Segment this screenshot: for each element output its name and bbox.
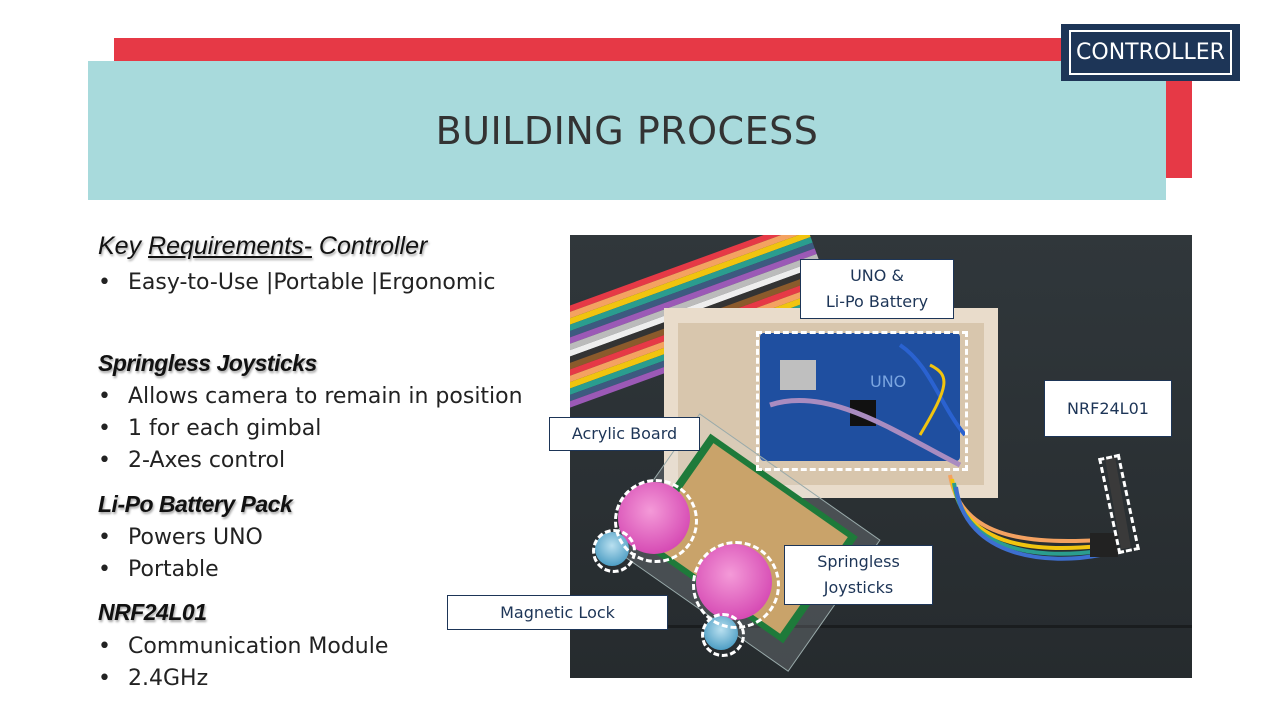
callout-uno-battery: UNO & Li-Po Battery — [800, 259, 954, 319]
list-item: • Allows camera to remain in position — [98, 384, 523, 409]
callout-line: Springless — [817, 552, 900, 571]
bullet-text: Easy-to-Use |Portable |Ergonomic — [128, 270, 496, 295]
bullet-icon: • — [98, 384, 111, 409]
highlight-uno-battery — [756, 331, 968, 471]
bullet-icon: • — [98, 448, 111, 473]
section-heading-battery: Li-Po Battery Pack — [98, 491, 293, 517]
list-item: • Easy-to-Use |Portable |Ergonomic — [98, 270, 496, 295]
key-requirements-heading: Key Requirements- Controller — [98, 232, 427, 261]
bullet-icon: • — [98, 416, 111, 441]
list-item: • Portable — [98, 557, 219, 582]
heading-prefix: Key — [98, 232, 149, 260]
list-item: • Powers UNO — [98, 525, 263, 550]
section-heading-nrf: NRF24L01 — [98, 599, 207, 625]
callout-nrf: NRF24L01 — [1044, 380, 1172, 437]
bullet-icon: • — [98, 666, 111, 691]
callout-acrylic-board: Acrylic Board — [549, 417, 700, 451]
heading-underlined: Requirements- — [148, 232, 312, 260]
bullet-text: Communication Module — [128, 634, 389, 659]
bullet-text: 2-Axes control — [128, 448, 286, 473]
section-tag-label: CONTROLLER — [1069, 30, 1232, 75]
bullet-text: 1 for each gimbal — [128, 416, 322, 441]
list-item: • 1 for each gimbal — [98, 416, 321, 441]
bullet-icon: • — [98, 525, 111, 550]
bullet-text: 2.4GHz — [128, 666, 209, 691]
callout-magnetic-lock: Magnetic Lock — [447, 595, 668, 630]
list-item: • 2-Axes control — [98, 448, 285, 473]
section-heading-joysticks: Springless Joysticks — [98, 350, 317, 376]
callout-joysticks: Springless Joysticks — [784, 545, 933, 605]
bullet-icon: • — [98, 634, 111, 659]
callout-line: UNO & — [850, 266, 904, 285]
heading-suffix: Controller — [311, 232, 428, 260]
list-item: • Communication Module — [98, 634, 388, 659]
bullet-text: Allows camera to remain in position — [128, 384, 523, 409]
callout-line: Joysticks — [823, 578, 894, 597]
list-item: • 2.4GHz — [98, 666, 208, 691]
callout-line: Li-Po Battery — [825, 292, 929, 311]
accent-bar-top — [114, 38, 1192, 62]
slide-title: BUILDING PROCESS — [435, 108, 819, 153]
bullet-text: Portable — [128, 557, 219, 582]
section-tag: CONTROLLER — [1061, 24, 1240, 81]
highlight-joystick-right — [692, 541, 780, 629]
bullet-icon: • — [98, 557, 111, 582]
bullet-icon: • — [98, 270, 111, 295]
highlight-magnet-right — [701, 613, 745, 657]
bullet-text: Powers UNO — [128, 525, 263, 550]
highlight-magnet-left — [592, 529, 636, 573]
